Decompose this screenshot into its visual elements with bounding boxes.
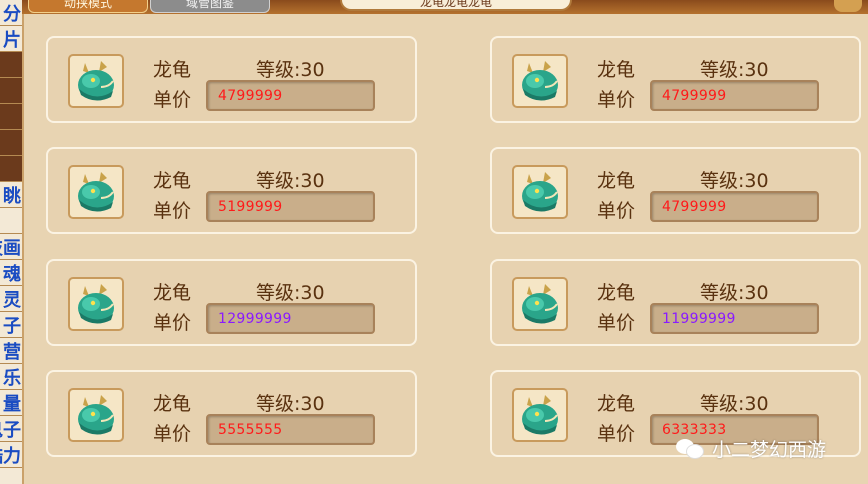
top-tab-bar: 动挟模式 域管图鉴 龙龟龙龟龙龟: [22, 0, 868, 14]
left-menu-item[interactable]: 分: [0, 0, 22, 26]
price-value: 5199999: [218, 199, 283, 215]
pet-level: 等级:30: [256, 282, 325, 304]
left-menu-item[interactable]: [0, 208, 22, 234]
pet-name: 龙龟: [153, 170, 192, 192]
price-value: 4799999: [662, 199, 727, 215]
price-field: 12999999: [206, 303, 375, 334]
price-label: 单价: [153, 423, 192, 445]
tab-active[interactable]: 动挟模式: [28, 0, 148, 13]
watermark-text: 小二梦幻西游: [712, 438, 827, 461]
pet-level: 等级:30: [700, 59, 769, 81]
left-menu-item[interactable]: 技画: [0, 234, 22, 260]
watermark: 小二梦幻西游: [676, 433, 826, 463]
left-menu-item: [0, 104, 22, 130]
price-label: 单价: [597, 423, 636, 445]
pet-name: 龙龟: [597, 393, 636, 415]
left-side-menu: 分 片 眺 技画 魂 灵 子 营 乐 量 鬼子 酷力: [0, 0, 24, 484]
left-menu-item[interactable]: 酷力: [0, 442, 22, 468]
listing-card[interactable]: 龙龟 等级:30 单价 4799999: [490, 147, 861, 234]
listing-card[interactable]: 龙龟 等级:30 单价 5555555: [46, 370, 417, 457]
price-label: 单价: [153, 89, 192, 111]
price-value: 5555555: [218, 422, 283, 438]
left-menu-item[interactable]: 鬼子: [0, 416, 22, 442]
price-value: 4799999: [662, 88, 727, 104]
pet-icon: [68, 388, 124, 442]
listing-card[interactable]: 龙龟 等级:30 单价 4799999: [46, 36, 417, 123]
price-label: 单价: [597, 200, 636, 222]
price-field: 4799999: [650, 191, 819, 222]
pet-icon: [68, 165, 124, 219]
price-value: 4799999: [218, 88, 283, 104]
left-menu-item[interactable]: 乐: [0, 364, 22, 390]
pet-icon: [512, 277, 568, 331]
left-menu-item: [0, 52, 22, 78]
pet-level: 等级:30: [256, 59, 325, 81]
price-value: 11999999: [662, 311, 736, 327]
pet-name: 龙龟: [597, 170, 636, 192]
pet-level: 等级:30: [700, 393, 769, 415]
price-label: 单价: [597, 312, 636, 334]
listing-card[interactable]: 龙龟 等级:30 单价 4799999: [490, 36, 861, 123]
pet-name: 龙龟: [153, 393, 192, 415]
price-value: 12999999: [218, 311, 292, 327]
left-menu-item[interactable]: 量: [0, 390, 22, 416]
listing-card[interactable]: 龙龟 等级:30 单价 11999999: [490, 259, 861, 346]
left-menu-item[interactable]: 灵: [0, 286, 22, 312]
pet-icon: [512, 165, 568, 219]
pet-level: 等级:30: [256, 393, 325, 415]
price-field: 5199999: [206, 191, 375, 222]
wechat-icon: [676, 437, 704, 459]
pet-name: 龙龟: [597, 282, 636, 304]
pet-level: 等级:30: [256, 170, 325, 192]
pet-name: 龙龟: [153, 59, 192, 81]
listing-card[interactable]: 龙龟 等级:30 单价 5199999: [46, 147, 417, 234]
price-field: 11999999: [650, 303, 819, 334]
tab-inactive[interactable]: 域管图鉴: [150, 0, 270, 13]
pet-icon: [512, 388, 568, 442]
listing-card[interactable]: 龙龟 等级:30 单价 12999999: [46, 259, 417, 346]
left-menu-item: [0, 130, 22, 156]
price-label: 单价: [597, 89, 636, 111]
listing-panel: 龙龟 等级:30 单价 4799999 龙龟 等级:30 单价 4799999: [24, 14, 868, 484]
left-menu-item[interactable]: 子: [0, 312, 22, 338]
pet-icon: [68, 277, 124, 331]
pet-name: 龙龟: [597, 59, 636, 81]
pet-level: 等级:30: [700, 170, 769, 192]
pet-level: 等级:30: [700, 282, 769, 304]
left-menu-item[interactable]: 营: [0, 338, 22, 364]
price-label: 单价: [153, 312, 192, 334]
pet-icon: [512, 54, 568, 108]
close-button[interactable]: [834, 0, 862, 12]
left-menu-item[interactable]: 片: [0, 26, 22, 52]
price-field: 4799999: [650, 80, 819, 111]
left-menu-item[interactable]: 魂: [0, 260, 22, 286]
price-field: 5555555: [206, 414, 375, 445]
panel-title: 龙龟龙龟龙龟: [340, 0, 572, 11]
left-menu-item: [0, 156, 22, 182]
price-label: 单价: [153, 200, 192, 222]
left-menu-item[interactable]: 眺: [0, 182, 22, 208]
price-field: 4799999: [206, 80, 375, 111]
pet-name: 龙龟: [153, 282, 192, 304]
left-menu-item: [0, 78, 22, 104]
pet-icon: [68, 54, 124, 108]
